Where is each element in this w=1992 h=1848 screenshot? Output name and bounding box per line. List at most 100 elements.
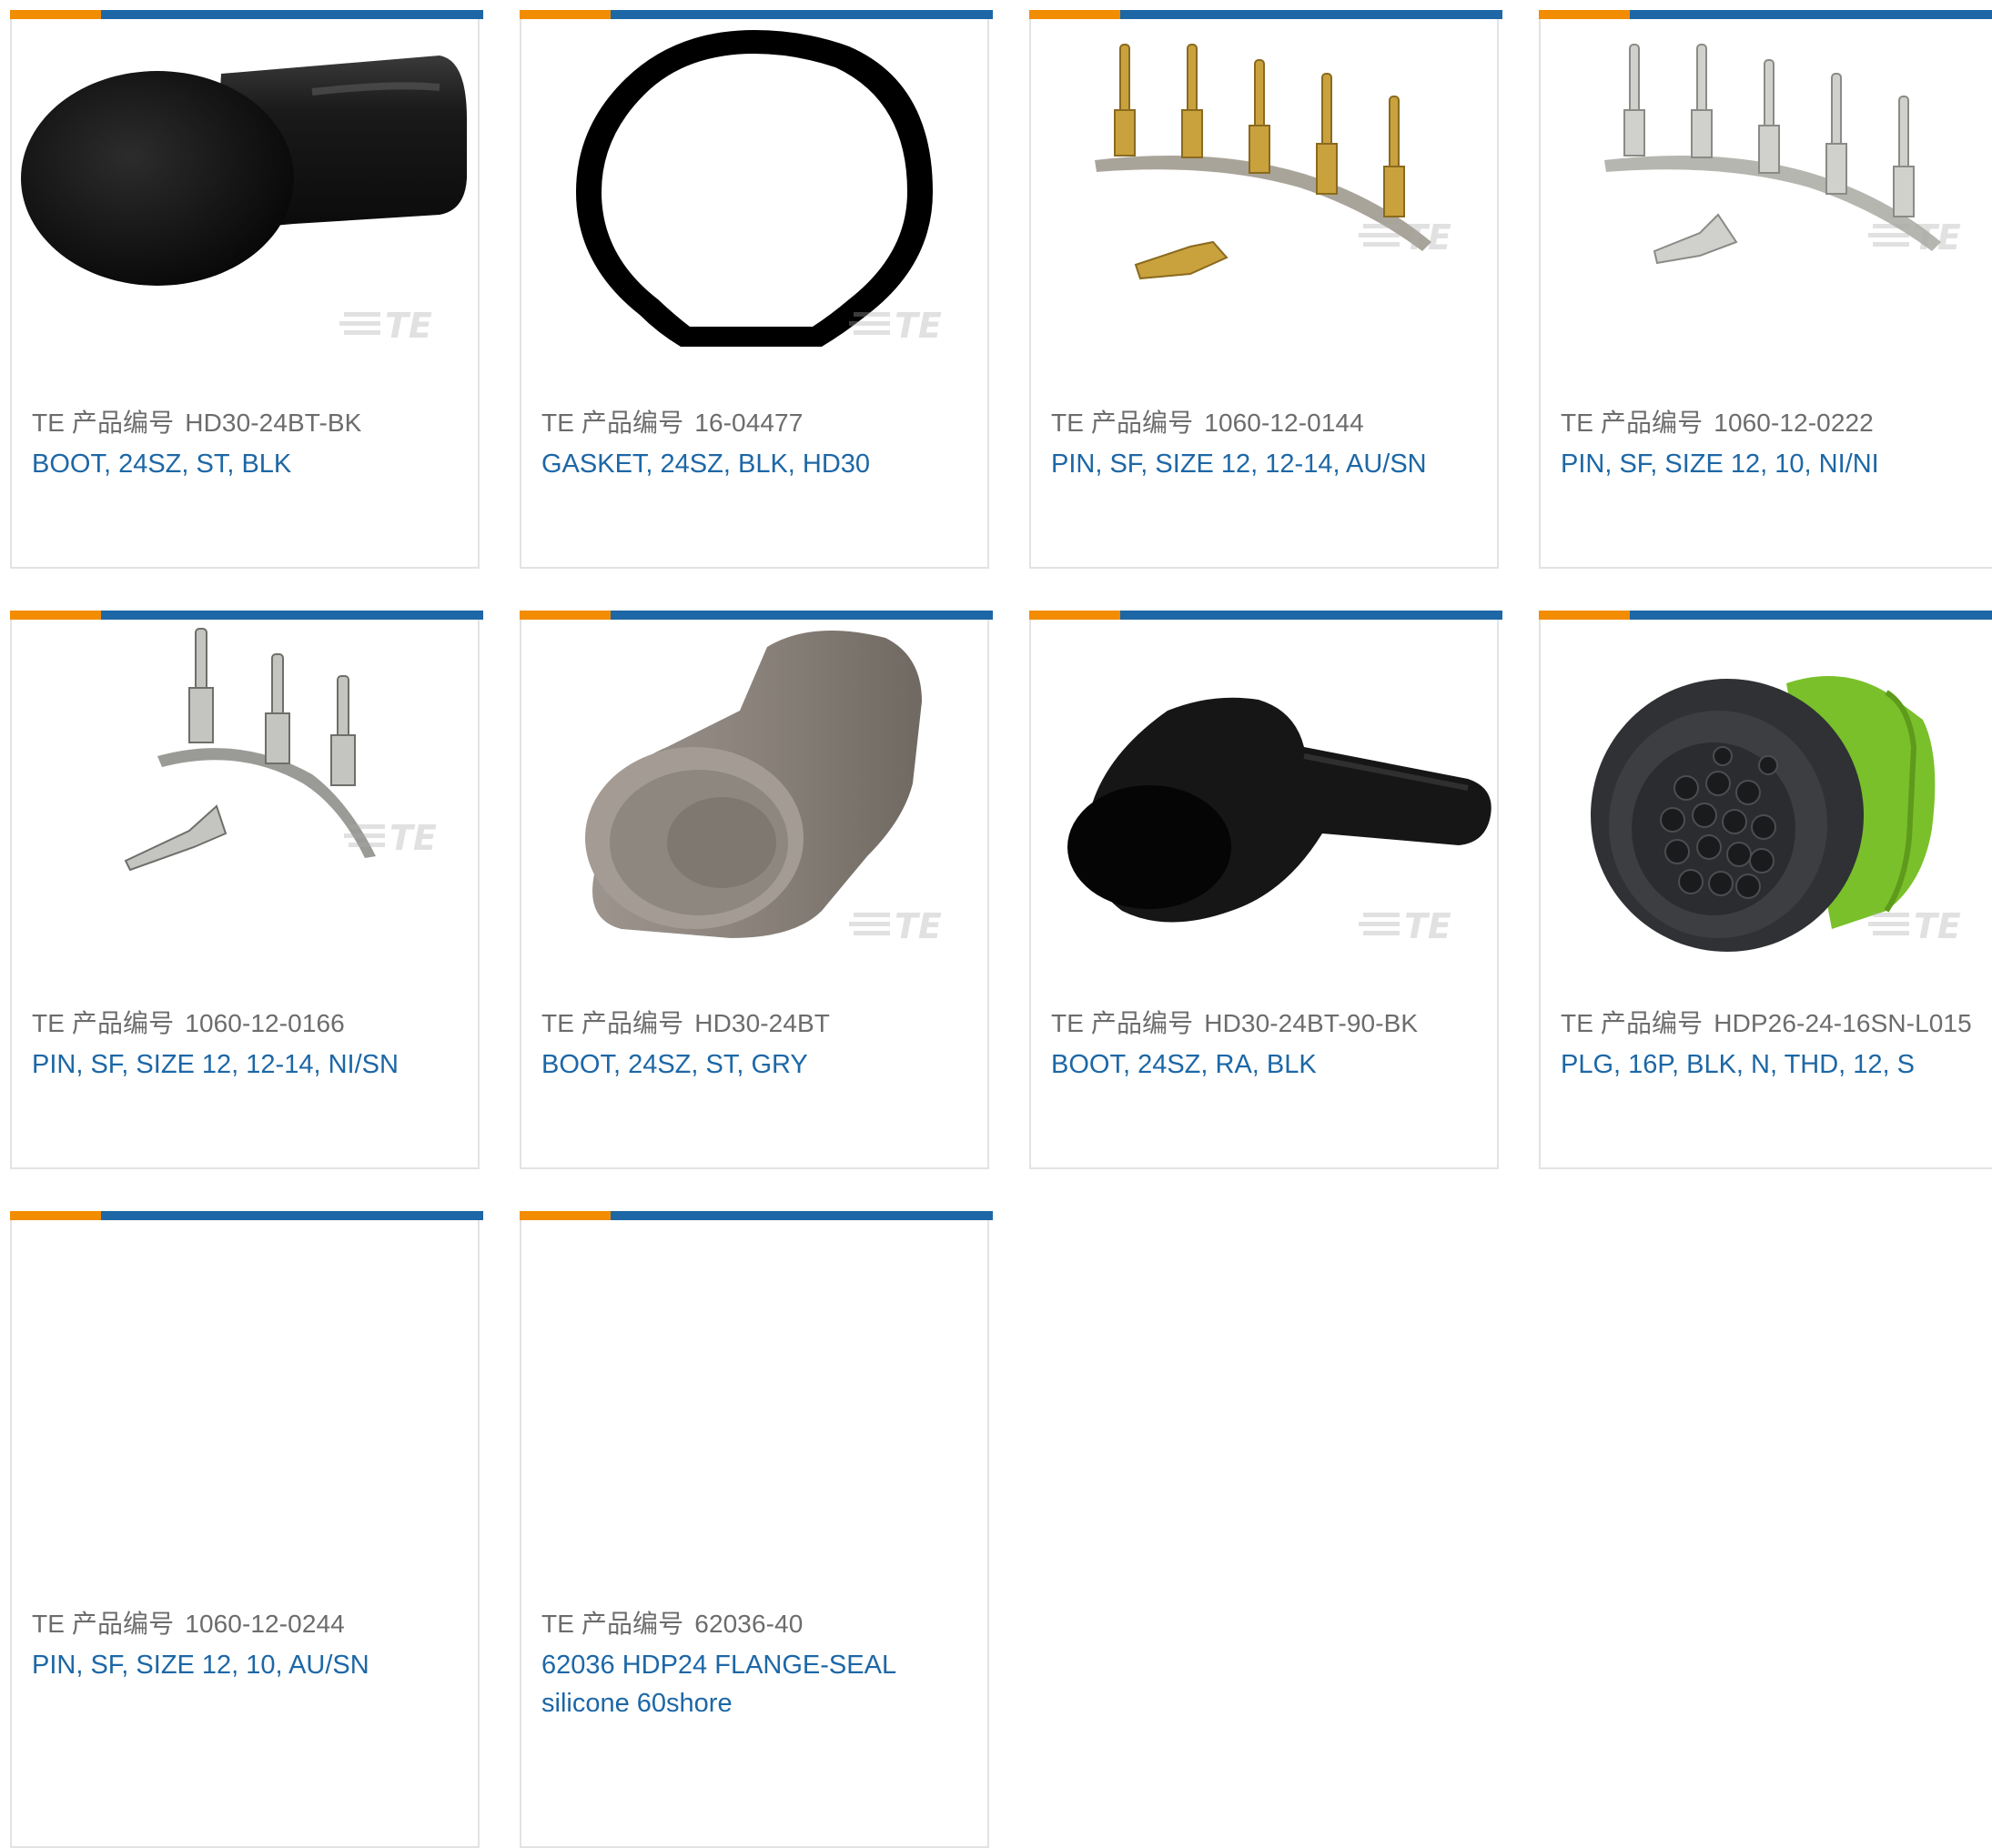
card-top-bar — [1539, 10, 1992, 19]
black-ring-gasket-image: TE — [576, 30, 942, 347]
watermark-logo-icon: TE — [344, 818, 437, 858]
part-number-value: HD30-24BT — [694, 1009, 830, 1037]
part-number-label: TE 产品编号 — [32, 409, 175, 437]
product-description-link[interactable]: PIN, SF, SIZE 12, 12-14, NI/SN — [32, 1045, 469, 1084]
black-boot-right-angle-image: TE — [1067, 697, 1491, 946]
silver-pin-strip-three-image: TE — [124, 628, 437, 872]
part-number-value: 1060-12-0166 — [185, 1009, 345, 1037]
watermark-logo-icon: TE — [1359, 217, 1451, 258]
part-number-label: TE 产品编号 — [541, 1009, 684, 1037]
product-image[interactable]: TE — [1541, 620, 1992, 974]
watermark-logo-icon: TE — [849, 906, 942, 946]
card-accent-bar — [520, 1211, 611, 1220]
card-accent-bar — [10, 611, 101, 620]
card-accent-bar — [520, 611, 611, 620]
card-accent-bar — [1539, 10, 1630, 19]
product-image[interactable]: TE — [1541, 19, 1992, 374]
part-number-label: TE 产品编号 — [1051, 409, 1194, 437]
product-description-link[interactable]: PLG, 16P, BLK, N, THD, 12, S — [1561, 1045, 1992, 1084]
card-accent-bar — [10, 10, 101, 19]
part-number-label: TE 产品编号 — [541, 1610, 684, 1638]
part-number: TE 产品编号 16-04477 — [541, 403, 803, 439]
part-number: TE 产品编号 1060-12-0166 — [32, 1004, 345, 1040]
part-number: TE 产品编号 HD30-24BT-BK — [32, 403, 361, 439]
product-image[interactable]: TE — [1031, 19, 1497, 374]
card-top-bar — [1539, 611, 1992, 620]
svg-text:TE: TE — [389, 818, 437, 858]
part-number-value: 1060-12-0244 — [185, 1610, 345, 1638]
product-image-placeholder — [12, 1220, 478, 1575]
product-card[interactable]: TE 产品编号 1060-12-0244 PIN, SF, SIZE 12, 10… — [10, 1211, 483, 1848]
part-number-value: HD30-24BT-BK — [185, 409, 362, 437]
svg-text:TE: TE — [1404, 217, 1451, 258]
product-description-link[interactable]: 62036 HDP24 FLANGE-SEAL silicone 60shore — [541, 1646, 978, 1722]
card-top-bar — [10, 611, 483, 620]
card-top-bar — [10, 10, 483, 19]
watermark-logo-icon: TE — [1868, 217, 1961, 258]
part-number-value: 1060-12-0222 — [1714, 409, 1874, 437]
svg-text:TE: TE — [1404, 906, 1451, 946]
part-number-label: TE 产品编号 — [1561, 1009, 1704, 1037]
product-card[interactable]: TE TE 产品编号 HD30-24BT-90-BK BOOT, 24SZ, RA… — [1029, 611, 1502, 1169]
part-number: TE 产品编号 HD30-24BT-90-BK — [1051, 1004, 1418, 1040]
part-number-value: HD30-24BT-90-BK — [1204, 1009, 1419, 1037]
part-number-label: TE 产品编号 — [1561, 409, 1704, 437]
product-image[interactable]: TE — [521, 620, 987, 974]
gray-boot-straight-image: TE — [585, 631, 942, 946]
product-card[interactable]: TE 产品编号 62036-40 62036 HDP24 FLANGE-SEAL … — [520, 1211, 993, 1848]
product-description-link[interactable]: BOOT, 24SZ, ST, GRY — [541, 1045, 978, 1084]
product-description-link[interactable]: BOOT, 24SZ, ST, BLK — [32, 445, 469, 483]
part-number-label: TE 产品编号 — [541, 409, 684, 437]
part-number: TE 产品编号 HDP26-24-16SN-L015 — [1561, 1004, 1972, 1040]
product-card[interactable]: TE TE 产品编号 HDP26-24-16SN-L015 PLG, 16P, B… — [1539, 611, 1992, 1169]
silver-pin-strip-image: TE — [1604, 44, 1961, 265]
svg-text:TE: TE — [1914, 906, 1961, 946]
part-number-value: 1060-12-0144 — [1204, 409, 1364, 437]
card-accent-bar — [10, 1211, 101, 1220]
product-card[interactable]: TE TE 产品编号 16-04477 GASKET, 24SZ, BLK, HD… — [520, 10, 993, 569]
part-number: TE 产品编号 1060-12-0144 — [1051, 403, 1364, 439]
product-image[interactable]: TE — [12, 19, 478, 374]
product-description-link[interactable]: BOOT, 24SZ, RA, BLK — [1051, 1045, 1488, 1084]
product-image[interactable]: TE — [12, 620, 478, 974]
product-card[interactable]: TE TE 产品编号 HD30-24BT-BK BOOT, 24SZ, ST, B… — [10, 10, 483, 569]
product-grid: TE TE 产品编号 HD30-24BT-BK BOOT, 24SZ, ST, B… — [10, 10, 1992, 1848]
watermark-logo-icon: TE — [1868, 906, 1961, 946]
card-accent-bar — [1539, 611, 1630, 620]
svg-text:TE: TE — [1914, 217, 1961, 258]
card-top-bar — [520, 611, 993, 620]
card-top-bar — [520, 10, 993, 19]
part-number: TE 产品编号 1060-12-0222 — [1561, 403, 1874, 439]
part-number-value: 62036-40 — [694, 1610, 804, 1638]
card-top-bar — [10, 1211, 483, 1220]
part-number-value: HDP26-24-16SN-L015 — [1714, 1009, 1972, 1037]
product-card[interactable]: TE TE 产品编号 1060-12-0166 PIN, SF, SIZE 12,… — [10, 611, 483, 1169]
product-description-link[interactable]: PIN, SF, SIZE 12, 12-14, AU/SN — [1051, 445, 1488, 483]
product-description-link[interactable]: PIN, SF, SIZE 12, 10, AU/SN — [32, 1646, 469, 1684]
part-number-label: TE 产品编号 — [32, 1009, 175, 1037]
product-image[interactable]: TE — [1031, 620, 1497, 974]
svg-text:TE: TE — [385, 306, 432, 346]
card-accent-bar — [1029, 611, 1120, 620]
card-top-bar — [1029, 611, 1502, 620]
part-number: TE 产品编号 62036-40 — [541, 1604, 803, 1641]
part-number-value: 16-04477 — [694, 409, 804, 437]
product-card[interactable]: TE TE 产品编号 1060-12-0144 PIN, SF, SIZE 12,… — [1029, 10, 1502, 569]
black-boot-straight-image: TE — [21, 56, 467, 346]
gold-pin-strip-image: TE — [1095, 44, 1451, 280]
svg-text:TE: TE — [895, 306, 942, 346]
part-number: TE 产品编号 HD30-24BT — [541, 1004, 830, 1040]
product-description-link[interactable]: PIN, SF, SIZE 12, 10, NI/NI — [1561, 445, 1992, 483]
circular-plug-connector-image: TE — [1591, 676, 1961, 952]
part-number-label: TE 产品编号 — [32, 1610, 175, 1638]
svg-text:TE: TE — [895, 906, 942, 946]
part-number: TE 产品编号 1060-12-0244 — [32, 1604, 345, 1641]
product-card[interactable]: TE TE 产品编号 HD30-24BT BOOT, 24SZ, ST, GRY — [520, 611, 993, 1169]
product-card[interactable]: TE TE 产品编号 1060-12-0222 PIN, SF, SIZE 12,… — [1539, 10, 1992, 569]
card-accent-bar — [520, 10, 611, 19]
product-image[interactable]: TE — [521, 19, 987, 374]
card-top-bar — [1029, 10, 1502, 19]
card-top-bar — [520, 1211, 993, 1220]
part-number-label: TE 产品编号 — [1051, 1009, 1194, 1037]
product-description-link[interactable]: GASKET, 24SZ, BLK, HD30 — [541, 445, 978, 483]
